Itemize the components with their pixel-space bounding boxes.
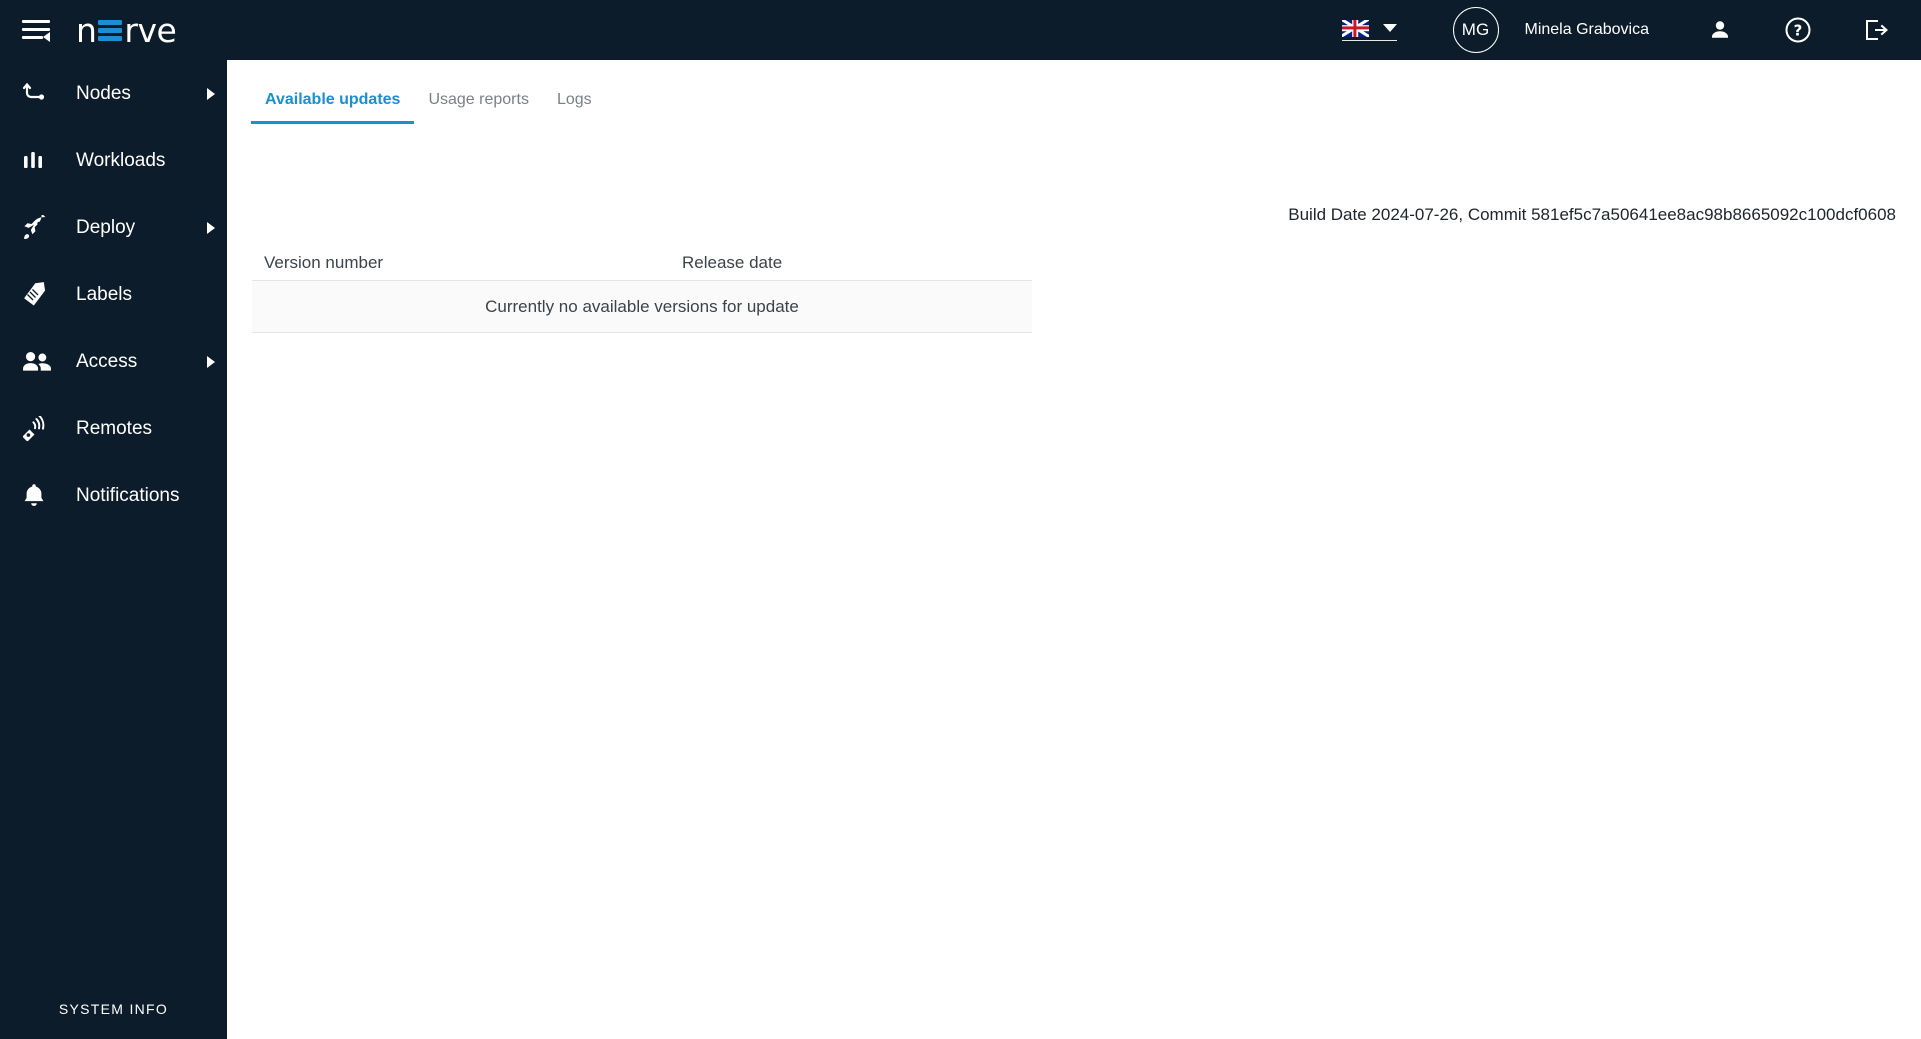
- sidebar-item-label: Access: [76, 350, 138, 372]
- menu-toggle-icon[interactable]: [22, 17, 52, 43]
- sidebar-item-label: Labels: [76, 283, 132, 305]
- system-info-link[interactable]: SYSTEM INFO: [0, 1001, 227, 1017]
- sidebar: Nodes Workloads Deploy Labels Access Rem…: [0, 60, 227, 1039]
- uk-flag-icon: [1341, 19, 1369, 37]
- top-header: n rve MG Minela Grabovica ?: [0, 0, 1921, 60]
- rocket-icon: [22, 214, 52, 241]
- bell-icon: [22, 483, 52, 509]
- sidebar-item-label: Nodes: [76, 82, 131, 104]
- language-selector[interactable]: [1341, 19, 1397, 41]
- tab-bar: Available updates Usage reports Logs: [251, 78, 606, 124]
- tab-usage-reports[interactable]: Usage reports: [414, 91, 543, 124]
- tab-available-updates[interactable]: Available updates: [251, 91, 415, 124]
- available-updates-table: Version number Release date Currently no…: [252, 245, 1032, 333]
- tag-icon: [22, 282, 52, 308]
- table-header-row: Version number Release date: [252, 245, 1032, 281]
- expand-arrow-icon[interactable]: [207, 221, 215, 234]
- sidebar-item-labels[interactable]: Labels: [0, 261, 227, 328]
- nerve-logo[interactable]: n rve: [76, 10, 177, 50]
- logo-text-after: rve: [124, 10, 177, 50]
- sidebar-item-deploy[interactable]: Deploy: [0, 194, 227, 261]
- build-info-text: Build Date 2024-07-26, Commit 581ef5c7a5…: [1288, 205, 1896, 224]
- sidebar-item-access[interactable]: Access: [0, 328, 227, 395]
- chevron-down-icon: [1382, 24, 1397, 32]
- person-icon[interactable]: [1705, 15, 1735, 45]
- expand-arrow-icon[interactable]: [207, 87, 215, 100]
- workloads-icon: [22, 148, 52, 174]
- sidebar-item-label: Deploy: [76, 216, 136, 238]
- collapse-arrow-icon: [43, 32, 50, 42]
- column-header-release-date: Release date: [682, 252, 783, 272]
- tab-logs[interactable]: Logs: [543, 91, 606, 124]
- app-root: n rve MG Minela Grabovica ? Nodes Worklo…: [0, 0, 1921, 1039]
- sidebar-item-workloads[interactable]: Workloads: [0, 127, 227, 194]
- table-empty-message: Currently no available versions for upda…: [252, 281, 1032, 333]
- column-header-version-number: Version number: [264, 252, 384, 272]
- sidebar-item-remotes[interactable]: Remotes: [0, 395, 227, 462]
- hamburger-bar: [22, 28, 50, 31]
- sidebar-item-label: Notifications: [76, 484, 180, 506]
- nodes-icon: [22, 81, 52, 107]
- main-content: Available updates Usage reports Logs Bui…: [227, 60, 1921, 1039]
- logout-icon[interactable]: [1861, 15, 1891, 45]
- sidebar-item-label: Remotes: [76, 417, 153, 439]
- hamburger-bar: [22, 20, 50, 23]
- sidebar-item-label: Workloads: [76, 149, 166, 171]
- logo-e-bars-icon: [98, 19, 123, 41]
- svg-text:?: ?: [1794, 22, 1803, 40]
- avatar[interactable]: MG: [1452, 7, 1499, 53]
- logo-text-before: n: [76, 10, 97, 50]
- username-label: Minela Grabovica: [1524, 21, 1650, 38]
- people-icon: [23, 351, 51, 371]
- help-icon[interactable]: ?: [1783, 15, 1813, 45]
- sidebar-item-notifications[interactable]: Notifications: [0, 462, 227, 529]
- hamburger-bar: [22, 36, 43, 39]
- sidebar-item-nodes[interactable]: Nodes: [0, 60, 227, 127]
- header-right-cluster: MG Minela Grabovica ?: [1341, 0, 1921, 60]
- remote-signal-icon: [22, 415, 52, 442]
- expand-arrow-icon[interactable]: [207, 355, 215, 368]
